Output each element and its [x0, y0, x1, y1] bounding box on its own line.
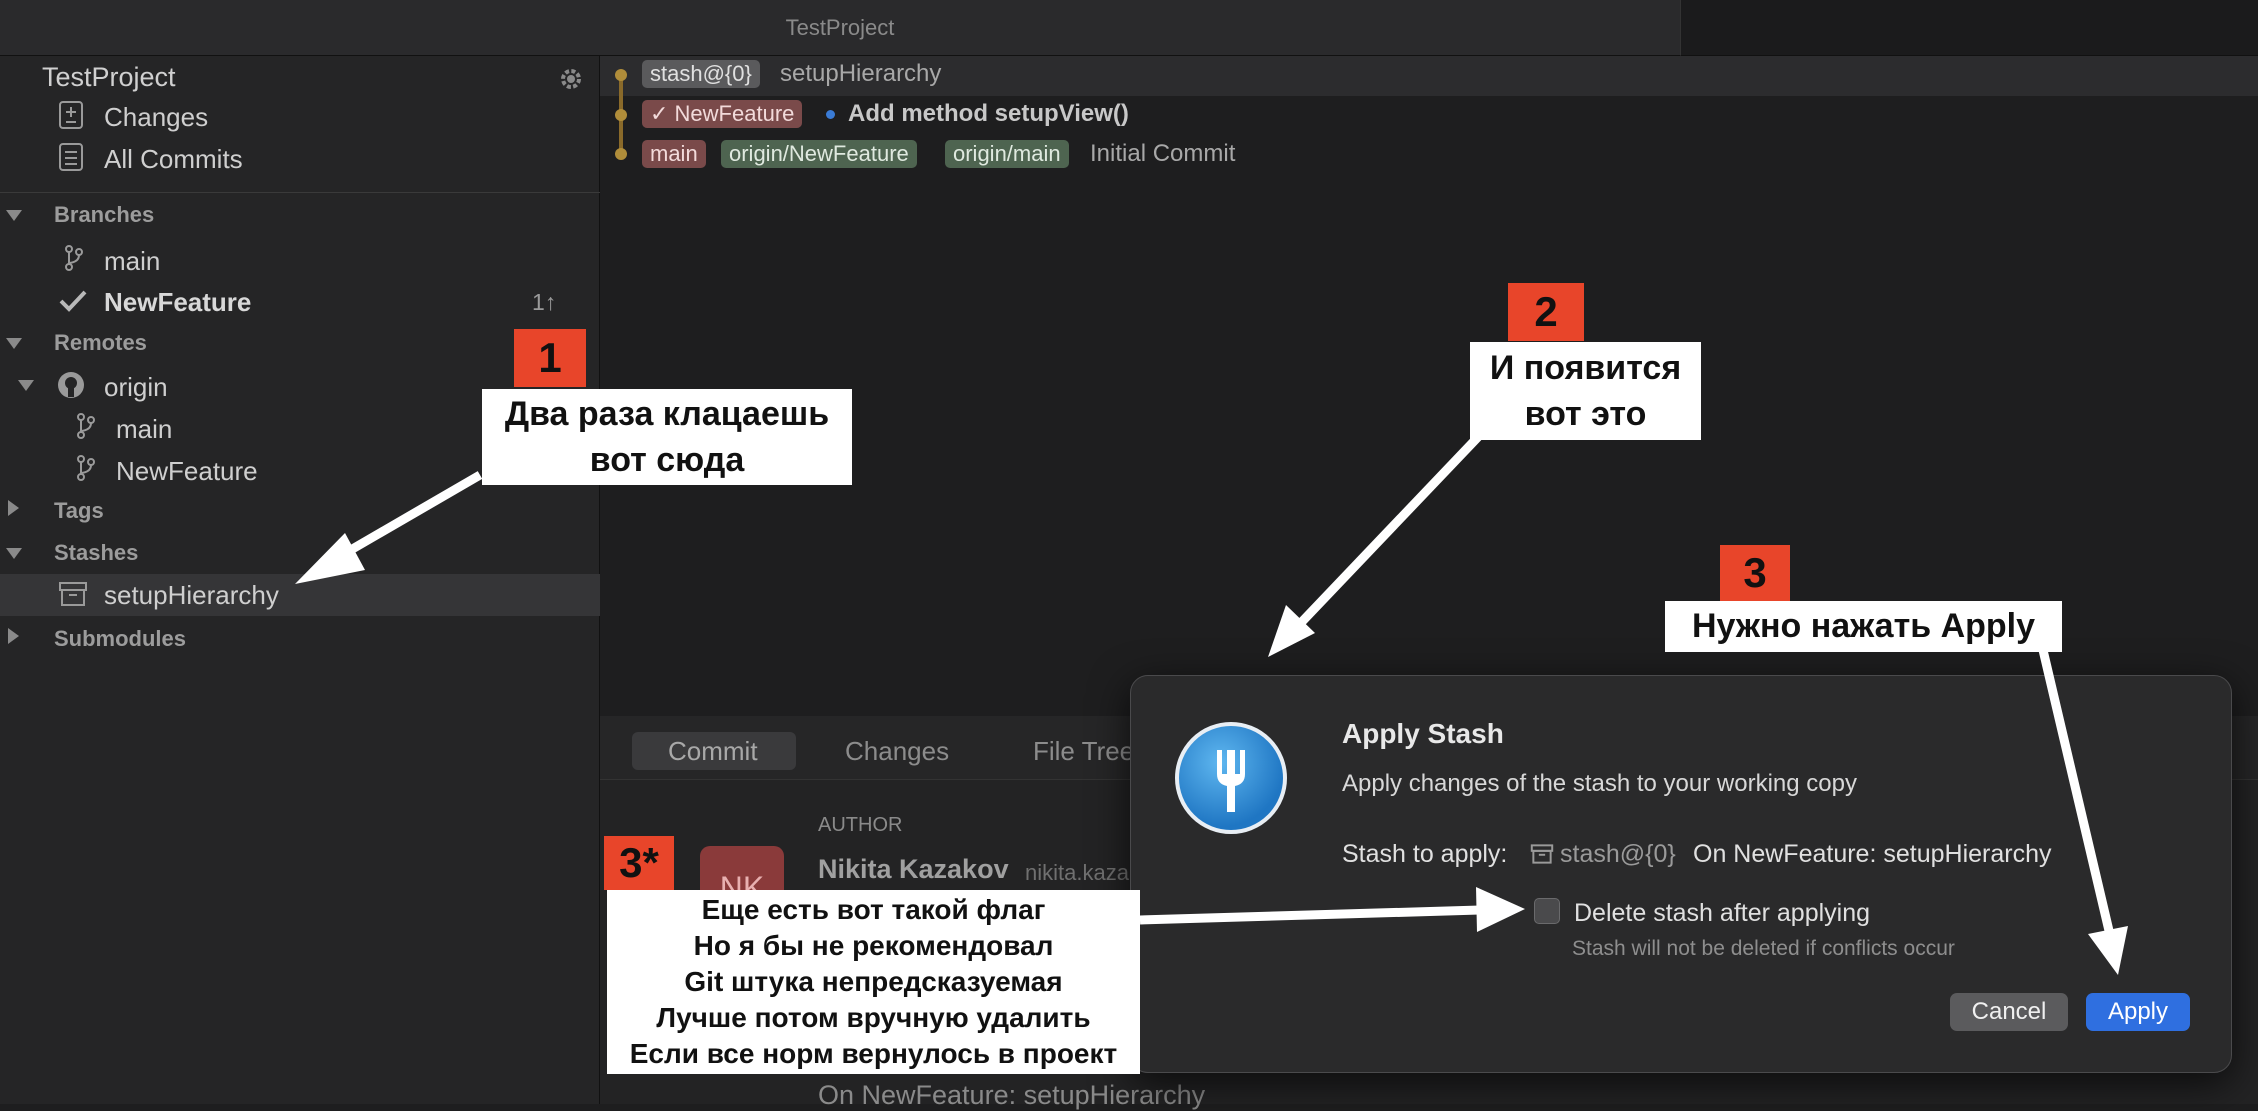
annotation-3-star-line: Еще есть вот такой флаг	[701, 894, 1046, 925]
annotation-number-1: 1	[514, 329, 586, 387]
annotation-1: Два раза клацаешь вот сюда	[482, 389, 852, 485]
annotation-2-line: вот это	[1524, 395, 1647, 433]
annotation-3-star-line: Но я бы не рекомендовал	[693, 930, 1054, 961]
annotation-2-line: И появится	[1489, 349, 1682, 387]
annotation-3: Нужно нажать Apply	[1665, 601, 2062, 652]
annotation-3-star-line: Лучше потом вручную удалить	[656, 1002, 1091, 1033]
annotation-2: И появится вот это	[1470, 342, 1701, 440]
annotation-1-line: Два раза клацаешь	[504, 395, 830, 433]
annotation-3-star-line: Если все норм вернулось в проект	[629, 1038, 1118, 1069]
annotation-1-line: вот сюда	[589, 441, 745, 479]
annotation-number-3-star: 3*	[604, 836, 674, 890]
annotation-number-2: 2	[1508, 283, 1584, 341]
annotation-3-star: Еще есть вот такой флаг Но я бы не реком…	[607, 890, 1140, 1074]
annotation-3-star-line: Git штука непредсказуемая	[684, 966, 1063, 997]
annotation-number-3: 3	[1720, 545, 1790, 601]
